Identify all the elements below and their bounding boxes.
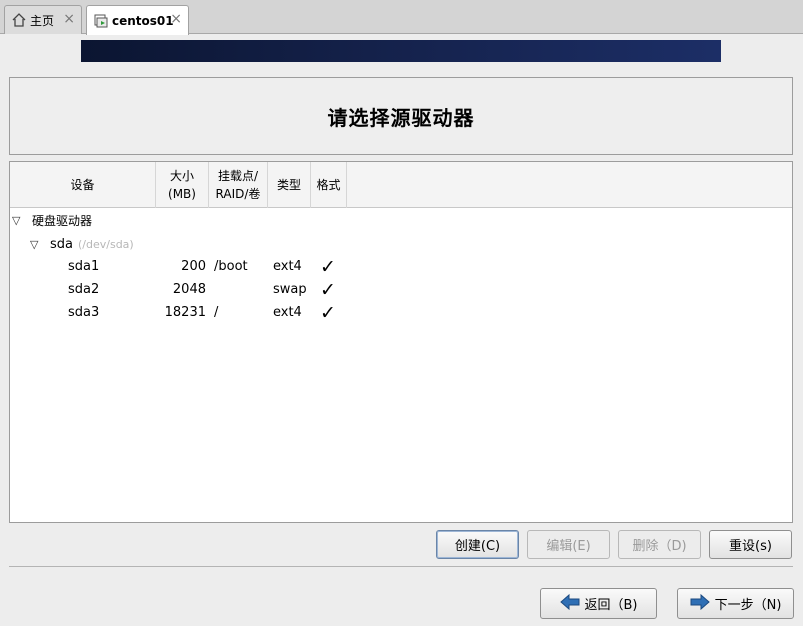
column-mount[interactable]: 挂载点/ RAID/卷 [209,162,268,208]
back-arrow-icon [559,593,580,614]
format-check-icon: ✓ [320,279,336,301]
back-label: 返回（B) [584,598,638,613]
table-row[interactable]: sda1 200 /boot ext4 ✓ [10,256,792,278]
tree-disk-sda[interactable]: ▽ sda (/dev/sda) [30,233,330,255]
column-size-line2: (MB) [168,187,196,201]
partition-name: sda2 [68,282,100,297]
tree-group-hard-drives[interactable]: ▽ 硬盘驱动器 [12,209,312,231]
home-icon [11,12,27,28]
close-icon[interactable]: × [170,11,182,27]
format-check-icon: ✓ [320,256,336,278]
next-label: 下一步（N) [714,598,782,613]
format-check-icon: ✓ [320,302,336,324]
tab-home-label: 主页 [30,13,55,28]
column-format[interactable]: 格式 [311,162,347,208]
close-icon[interactable]: × [63,11,75,27]
reset-button[interactable]: 重设(s) [709,530,792,559]
column-mount-line1: 挂载点/ [217,169,259,183]
column-mount-line2: RAID/卷 [215,187,261,201]
edit-button[interactable]: 编辑(E) [527,530,610,559]
partition-name: sda3 [68,305,100,320]
tab-home[interactable]: 主页 × [4,5,82,34]
table-row[interactable]: sda2 2048 swap ✓ [10,279,792,301]
partition-mount: / [214,305,219,320]
disk-name: sda [50,236,73,252]
title-panel: 请选择源驱动器 [9,77,793,155]
installer-banner [81,40,721,62]
partition-type: swap [273,282,307,297]
create-button[interactable]: 创建(C) [436,530,519,559]
partition-type: ext4 [273,305,302,320]
tab-centos01-label: centos01 [112,13,174,28]
tab-centos01[interactable]: centos01 × [86,5,189,35]
partition-size: 18231 [164,305,206,320]
expander-icon[interactable]: ▽ [12,214,26,227]
column-size-line1: 大小 [169,169,194,183]
device-tree[interactable]: 设备 大小 (MB) 挂载点/ RAID/卷 类型 格式 ▽ 硬盘驱动器 ▽ s… [9,161,793,523]
expander-icon[interactable]: ▽ [30,238,44,251]
column-device[interactable]: 设备 [10,162,156,208]
tree-header: 设备 大小 (MB) 挂载点/ RAID/卷 类型 格式 [10,162,792,208]
vm-icon [93,13,109,29]
column-type[interactable]: 类型 [268,162,311,208]
group-label: 硬盘驱动器 [32,213,93,228]
next-arrow-icon [690,593,710,614]
installer-window: 主页 × centos01 × 请选择源驱动器 设备 大小 (MB) 挂载点/ … [0,0,803,626]
partition-type: ext4 [273,259,302,274]
disk-path: (/dev/sda) [78,237,134,251]
tab-bar: 主页 × centos01 × [0,0,803,35]
column-size[interactable]: 大小 (MB) [156,162,209,208]
partition-size: 2048 [172,282,206,297]
partition-size: 200 [181,259,206,274]
partition-mount: /boot [214,259,248,274]
back-button[interactable]: 返回（B) [540,588,657,619]
delete-button[interactable]: 删除（D) [618,530,701,559]
partition-name: sda1 [68,259,100,274]
table-row[interactable]: sda3 18231 / ext4 ✓ [10,302,792,324]
page-title: 请选择源驱动器 [327,105,475,130]
next-button[interactable]: 下一步（N) [677,588,794,619]
divider [9,566,793,567]
